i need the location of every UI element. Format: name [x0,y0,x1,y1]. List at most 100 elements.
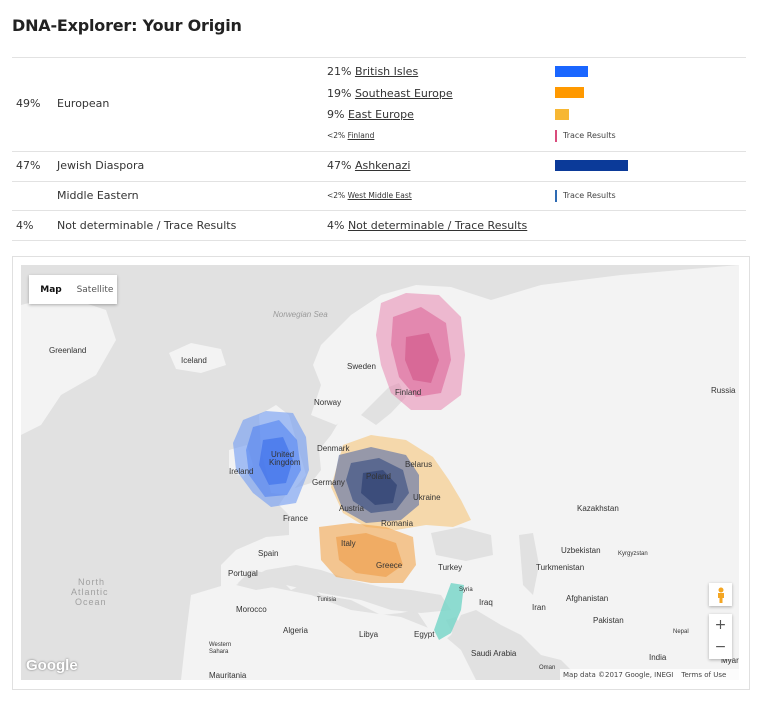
map-attribution: Map data ©2017 Google, INEGI Terms of Us… [560,669,739,680]
label-austria: Austria [339,504,364,513]
british-isles-link[interactable]: British Isles [355,65,418,78]
map-tab-map[interactable]: Map [29,275,73,304]
label-romania: Romania [381,519,414,528]
label-tunisia: Tunisia [317,597,337,603]
pegman-icon [717,587,724,603]
label-france: France [283,514,308,523]
trace-label: Trace Results [563,191,616,200]
subregion-british-isles: 21% British Isles [327,65,418,78]
label-italy: Italy [341,539,356,548]
label-belarus: Belarus [405,460,432,469]
label-finland: Finland [395,388,421,397]
row-percentage: 47% [16,159,41,172]
label-ukraine: Ukraine [413,493,441,502]
row-percentage: 49% [16,97,41,110]
label-iraq: Iraq [479,598,493,607]
row-divider [12,181,746,182]
label-mauritania: Mauritania [209,671,247,680]
region-not-determinable: Not determinable / Trace Results [57,219,237,232]
map-canvas[interactable]: Norwegian Sea Greenland Iceland Sweden F… [21,265,739,680]
label-atlantic: Atlantic [71,587,109,597]
label-uzbekistan: Uzbekistan [561,546,601,555]
label-saudi-arabia: Saudi Arabia [471,649,517,658]
label-iran: Iran [532,603,546,612]
subregion-percentage: 47% [327,159,352,172]
subregion-not-determinable: 4% Not determinable / Trace Results [327,219,527,232]
google-logo: Google [26,657,78,674]
subregion-percentage: 21% [327,65,352,78]
row-percentage: 4% [16,219,34,232]
label-north: North [78,577,105,587]
row-divider [12,240,746,241]
page-title: DNA-Explorer: Your Origin [12,16,242,35]
subregion-ashkenazi: 47% Ashkenazi [327,159,410,172]
subregion-percentage: 4% [327,219,345,232]
region-middle-eastern: Middle Eastern [57,189,139,202]
label-turkey: Turkey [438,563,462,572]
subregion-finland: <2% Finland [327,131,374,140]
subregion-southeast-europe: 19% Southeast Europe [327,87,453,100]
row-divider [12,151,746,152]
label-egypt: Egypt [414,630,435,639]
region-jewish-diaspora: Jewish Diaspora [57,159,145,172]
southeast-europe-link[interactable]: Southeast Europe [355,87,453,100]
table-top-divider [12,57,746,58]
street-view-pegman-icon[interactable] [709,583,732,606]
subregion-percentage: <2% [327,191,346,200]
subregion-percentage: 9% [327,108,345,121]
subregion-west-middle-east: <2% West Middle East [327,191,412,200]
bar-ashkenazi [555,160,628,171]
bar-east-europe [555,109,569,120]
subregion-percentage: <2% [327,131,346,140]
label-india: India [649,653,667,662]
label-iceland: Iceland [181,356,207,365]
finland-link[interactable]: Finland [348,131,375,140]
label-norwegian-sea: Norwegian Sea [273,310,328,319]
label-germany: Germany [312,478,345,487]
label-spain: Spain [258,549,278,558]
east-europe-link[interactable]: East Europe [348,108,414,121]
label-afghanistan: Afghanistan [566,594,608,603]
region-european: European [57,97,110,110]
row-divider [12,210,746,211]
label-kazakhstan: Kazakhstan [577,504,619,513]
west-middle-east-link[interactable]: West Middle East [348,191,412,200]
label-western: Western [209,642,231,648]
label-syria: Syria [459,587,473,593]
map-tab-satellite[interactable]: Satellite [73,275,117,304]
origin-map[interactable]: Norwegian Sea Greenland Iceland Sweden F… [21,265,739,680]
label-ocean: Ocean [75,597,107,607]
label-kyrgyzstan: Kyrgyzstan [618,551,648,557]
label-greece: Greece [376,561,403,570]
label-ireland: Ireland [229,467,253,476]
label-norway: Norway [314,398,341,407]
map-type-control: Map Satellite [29,275,117,304]
ashkenazi-link[interactable]: Ashkenazi [355,159,411,172]
label-sweden: Sweden [347,362,376,371]
label-poland: Poland [366,472,391,481]
trace-label: Trace Results [563,131,616,140]
bar-southeast-europe [555,87,584,98]
subregion-east-europe: 9% East Europe [327,108,414,121]
trace-marker-finland [555,130,557,142]
label-oman: Oman [539,665,555,671]
zoom-in-button[interactable]: + [709,614,732,636]
label-libya: Libya [359,630,379,639]
label-kingdom: Kingdom [269,458,301,467]
label-denmark: Denmark [317,444,350,453]
label-portugal: Portugal [228,569,258,578]
label-sahara: Sahara [209,649,229,655]
label-greenland: Greenland [49,346,86,355]
label-turkmenistan: Turkmenistan [536,563,584,572]
map-data-credit: Map data ©2017 Google, INEGI [563,670,674,679]
subregion-percentage: 19% [327,87,352,100]
not-determinable-link[interactable]: Not determinable / Trace Results [348,219,527,232]
label-nepal: Nepal [673,629,689,635]
label-algeria: Algeria [283,626,308,635]
label-russia: Russia [711,386,736,395]
bar-british-isles [555,66,588,77]
zoom-control: + − [709,614,732,659]
terms-of-use-link[interactable]: Terms of Use [681,671,726,679]
label-morocco: Morocco [236,605,267,614]
zoom-out-button[interactable]: − [709,636,732,658]
